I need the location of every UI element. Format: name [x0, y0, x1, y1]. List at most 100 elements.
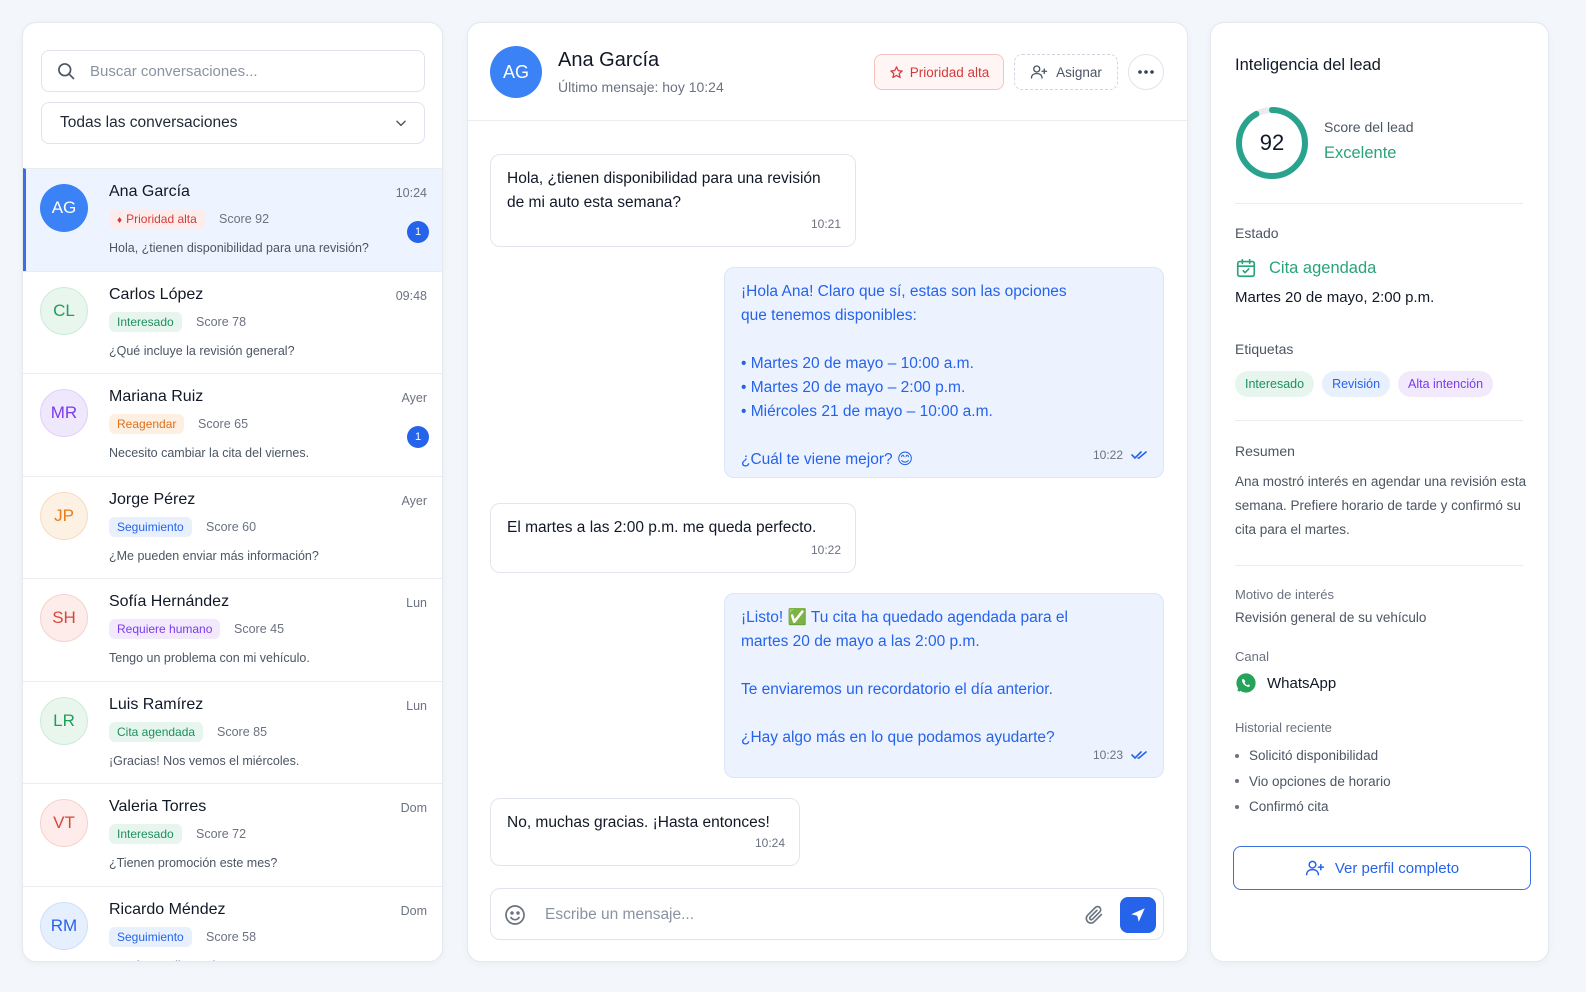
avatar: AG	[40, 184, 88, 232]
filter-selected-value: Todas las conversaciones	[60, 114, 238, 131]
conversation-time: Ayer	[401, 493, 427, 508]
user-icon	[1305, 860, 1324, 876]
resumen-label: Resumen	[1235, 443, 1295, 459]
status-badge: Requiere humano	[109, 619, 221, 639]
message-composer	[490, 888, 1164, 940]
tag-chip: Alta intención	[1398, 371, 1494, 397]
assign-button[interactable]: Asignar	[1014, 54, 1118, 90]
message-text: El martes a las 2:00 p.m. me queda perfe…	[507, 519, 817, 536]
avatar: MR	[40, 389, 88, 437]
score-rating: Excelente	[1324, 144, 1397, 162]
unread-badge: 1	[407, 426, 429, 448]
message-preview: ¿Qué incluye la revisión general?	[109, 343, 295, 358]
message-input[interactable]	[545, 902, 1065, 928]
status-badge: Cita agendada	[109, 721, 204, 742]
message-preview: Necesito cambiar la cita del viernes.	[109, 446, 310, 460]
status-badge: Interesado	[109, 311, 182, 332]
conversation-item[interactable]: VT Valeria Torres Dom Interesado Score 72 ¿Ti…	[23, 783, 442, 886]
conversation-item[interactable]: CL Carlos López 09:48 Interesado Score 78 ¿Qu…	[23, 270, 442, 374]
message-incoming: Hola, ¿tienen disponibilidad para una re…	[490, 154, 856, 247]
priority-button[interactable]: Prioridad alta	[874, 54, 1004, 90]
message-outgoing: ¡Hola Ana! Claro que sí, estas son las o…	[724, 267, 1164, 478]
tag-list: Interesado Revisión Alta intención	[1235, 371, 1494, 397]
status-badge: Interesado	[109, 824, 182, 844]
chevron-down-icon	[396, 120, 406, 127]
message-text: ¡Hola Ana! Claro que sí, estas son las o…	[741, 283, 1067, 468]
message-time: 10:22	[1093, 443, 1149, 467]
conversation-time: Dom	[400, 903, 427, 918]
emoji-icon[interactable]	[503, 903, 527, 927]
conversation-time: 10:24	[395, 186, 427, 200]
conversation-item[interactable]: AG Ana García 10:24 ♦ Prioridad alta Score 92…	[23, 168, 442, 271]
status-badge: ♦ Prioridad alta	[109, 209, 205, 229]
message-preview: ¿Me pueden enviar más información?	[109, 548, 319, 563]
double-check-icon	[1131, 451, 1147, 460]
appointment-date: Martes 20 de mayo, 2:00 p.m.	[1235, 289, 1435, 306]
message-preview: Tengo un problema con mi vehículo.	[109, 651, 310, 665]
conversation-item[interactable]: JP Jorge Pérez Ayer Seguimiento Score 60 ¿Me …	[23, 475, 442, 579]
lead-score: Score 60	[206, 519, 257, 534]
calendar-check-icon	[1236, 258, 1256, 278]
lead-score: Score 65	[198, 417, 249, 431]
history-list: Solicitó disponibilidad Vio opciones de …	[1235, 743, 1391, 820]
estado-label: Estado	[1235, 225, 1279, 241]
tag-chip: Revisión	[1322, 371, 1391, 397]
score-number: 92	[1259, 130, 1285, 155]
contact-name: Sofía Hernández	[109, 593, 230, 610]
lead-score: Score 72	[196, 827, 247, 841]
search-box[interactable]	[41, 50, 425, 92]
conversation-item[interactable]: LR Luis Ramírez Lun Cita agendada Score 85 ¡G…	[23, 680, 442, 784]
contact-name: Jorge Pérez	[109, 490, 196, 508]
paperclip-icon[interactable]	[1083, 904, 1105, 926]
lead-score: Score 45	[234, 622, 285, 636]
priority-label: Prioridad alta	[909, 64, 990, 80]
message-preview: Hola, ¿tienen disponibilidad para una re…	[109, 241, 369, 255]
avatar: SH	[40, 594, 88, 642]
message-text: ¡Listo! ✅ Tu cita ha quedado agendada pa…	[741, 609, 1068, 746]
panel-title: Inteligencia del lead	[1235, 56, 1381, 74]
star-icon	[889, 65, 903, 78]
status-badge: Seguimiento	[109, 926, 192, 947]
etiquetas-label: Etiquetas	[1235, 341, 1294, 357]
lead-score: Score 85	[217, 724, 268, 739]
conversation-item[interactable]: RM Ricardo Méndez Dom Seguimiento Score 58 Qu…	[23, 885, 442, 961]
search-icon	[58, 63, 75, 80]
more-horizontal-icon	[1138, 70, 1154, 74]
message-time: 10:21	[810, 217, 841, 231]
message-incoming: No, muchas gracias. ¡Hasta entonces! 10:…	[490, 798, 800, 866]
conversation-list-panel: Todas las conversaciones AG Ana García 10:…	[22, 22, 443, 962]
list-item: Confirmó cita	[1235, 794, 1391, 820]
contact-name: Ana García	[558, 49, 660, 71]
avatar: RM	[40, 901, 88, 950]
divider	[1235, 565, 1523, 566]
conversation-item[interactable]: MR Mariana Ruiz Ayer Reagendar Score 65 Neces…	[23, 373, 442, 476]
unread-badge: 1	[407, 221, 429, 243]
list-item: Vio opciones de horario	[1235, 769, 1391, 795]
conversation-item[interactable]: SH Sofía Hernández Lun Requiere humano Score…	[23, 578, 442, 681]
motivo-label: Motivo de interés	[1235, 587, 1334, 602]
contact-name: Carlos López	[109, 285, 204, 303]
conversation-time: Lun	[406, 596, 427, 610]
send-button[interactable]	[1120, 897, 1156, 933]
message-preview: ¡Gracias! Nos vemos el miércoles.	[109, 753, 300, 768]
avatar: AG	[490, 46, 542, 98]
conversation-filter-select[interactable]: Todas las conversaciones	[41, 102, 425, 144]
tag-chip: Interesado	[1235, 371, 1315, 397]
message-incoming: El martes a las 2:00 p.m. me queda perfe…	[490, 503, 856, 573]
user-add-icon	[1030, 65, 1048, 79]
conversation-list: AG Ana García 10:24 ♦ Prioridad alta Score 92…	[23, 168, 442, 961]
more-options-button[interactable]	[1128, 54, 1164, 90]
whatsapp-icon	[1236, 673, 1256, 693]
view-full-profile-button[interactable]: Ver perfil completo	[1233, 846, 1531, 890]
search-input[interactable]	[90, 62, 390, 80]
conversation-time: Lun	[406, 698, 427, 713]
divider	[1235, 420, 1523, 421]
avatar: VT	[40, 799, 88, 847]
lead-score: Score 58	[206, 929, 257, 944]
score-label: Score del lead	[1324, 119, 1414, 135]
status-value: Cita agendada	[1235, 257, 1376, 279]
chat-panel: AG Ana García Último mensaje: hoy 10:24 …	[467, 22, 1188, 962]
conversation-time: Dom	[400, 801, 427, 815]
avatar: CL	[40, 286, 88, 335]
conversation-time: 09:48	[395, 288, 427, 303]
